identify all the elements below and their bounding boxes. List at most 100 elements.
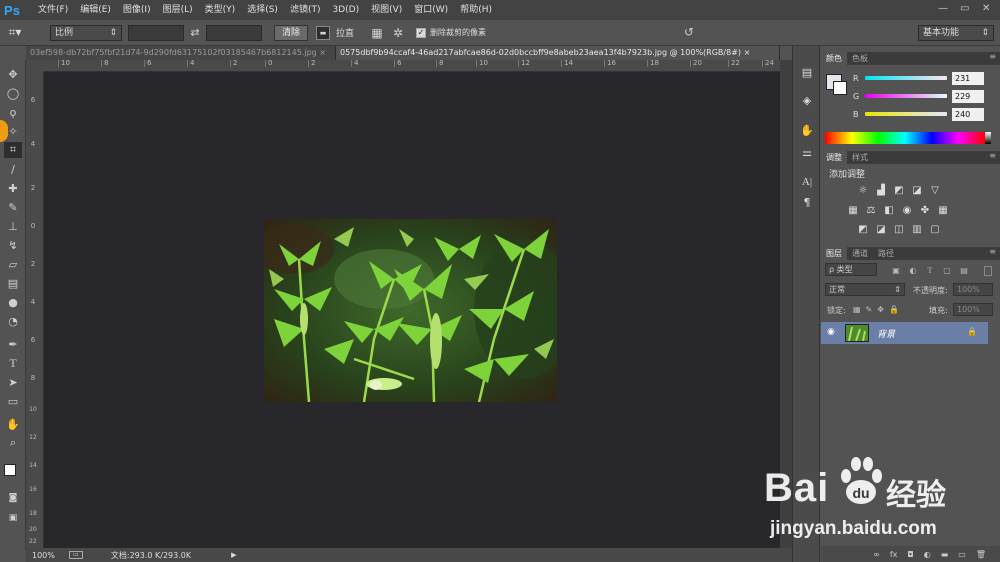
blue-slider[interactable]	[865, 112, 947, 116]
pixel-filter-icon[interactable]: ▣	[891, 266, 901, 276]
document-tab-active[interactable]: 0575dbf9b94ccaf4-46ad217abfcae86d-02d0bc…	[336, 46, 780, 60]
shape-filter-icon[interactable]: ▢	[942, 266, 952, 276]
tab-color[interactable]: 颜色	[821, 52, 847, 65]
link-layers-icon[interactable]: ∞	[873, 550, 880, 559]
menu-image[interactable]: 图像(I)	[117, 0, 157, 20]
menu-window[interactable]: 窗口(W)	[408, 0, 454, 20]
healing-brush-tool-icon[interactable]: ✚	[4, 180, 22, 196]
tab-adjustments[interactable]: 调整	[821, 151, 847, 164]
invert-icon[interactable]: ◩	[857, 224, 869, 236]
color-spectrum[interactable]	[825, 132, 985, 144]
vibrance-icon[interactable]: ▽	[929, 185, 941, 197]
lasso-tool-icon[interactable]: ϙ	[4, 104, 22, 120]
layer-name[interactable]: 背景	[877, 327, 895, 340]
move-tool-icon[interactable]: ✥	[4, 66, 22, 82]
blend-mode-select[interactable]: 正常 ⇕	[825, 283, 905, 296]
blur-tool-icon[interactable]: ●	[4, 294, 22, 310]
delete-cropped-checkbox[interactable]: ✓	[416, 27, 427, 38]
foreground-color-swatch[interactable]	[4, 464, 16, 476]
panel-menu-icon[interactable]: ≡	[989, 151, 1000, 164]
black-white-icon[interactable]: ◧	[883, 205, 895, 217]
background-swatch[interactable]	[833, 81, 847, 95]
screen-mode-icon[interactable]: ▣	[4, 510, 22, 526]
menu-select[interactable]: 选择(S)	[241, 0, 284, 20]
properties-icon[interactable]: ◈	[798, 92, 816, 108]
dodge-tool-icon[interactable]: ◔	[4, 313, 22, 329]
color-balance-icon[interactable]: ⚖	[865, 205, 877, 217]
reset-icon[interactable]: ↺	[684, 25, 694, 39]
clear-button[interactable]: 清除	[274, 24, 308, 41]
layer-kind-filter[interactable]: ρ 类型	[825, 263, 877, 276]
menu-edit[interactable]: 编辑(E)	[74, 0, 117, 20]
tab-channels[interactable]: 通道	[847, 247, 873, 260]
brightness-icon[interactable]: ☼	[857, 185, 869, 197]
adjustment-filter-icon[interactable]: ◐	[908, 266, 918, 276]
paragraph-icon[interactable]: ¶	[798, 194, 816, 210]
menu-file[interactable]: 文件(F)	[32, 0, 74, 20]
red-slider[interactable]	[865, 76, 947, 80]
menu-3d[interactable]: 3D(D)	[326, 0, 365, 20]
straighten-icon[interactable]: ▬	[316, 25, 330, 40]
swap-icon[interactable]: ⇄	[184, 26, 206, 39]
gradient-map-icon[interactable]: ▥	[911, 224, 923, 236]
brush-tool-icon[interactable]: ✎	[4, 199, 22, 215]
lock-options-icon[interactable]: ▦✎✥🔒	[853, 305, 904, 314]
marquee-tool-icon[interactable]: ◯	[4, 85, 22, 101]
close-icon[interactable]: ✕	[982, 3, 990, 14]
ratio-select[interactable]: 比例 ⇕	[50, 24, 122, 41]
brush-preset-icon[interactable]: ✋	[798, 122, 816, 138]
channel-mixer-icon[interactable]: ✤	[919, 205, 931, 217]
blue-value[interactable]: 240	[952, 108, 984, 121]
adjustments-sliders-icon[interactable]: ⚌	[798, 144, 816, 160]
character-icon[interactable]: A|	[798, 174, 816, 190]
crop-tool-icon[interactable]: ⌗	[4, 142, 22, 158]
minimize-icon[interactable]: —	[938, 3, 948, 14]
status-menu-arrow-icon[interactable]: ▶	[197, 551, 236, 559]
filter-toggle[interactable]	[984, 266, 992, 276]
selective-color-icon[interactable]: ▢	[929, 224, 941, 236]
plant-photo[interactable]	[264, 219, 557, 402]
new-layer-icon[interactable]: ▭	[958, 550, 966, 559]
quick-mask-icon[interactable]: ◙	[4, 490, 22, 506]
type-tool-icon[interactable]: T	[4, 355, 22, 371]
gear-icon[interactable]: ✲	[386, 26, 410, 40]
color-lookup-icon[interactable]: ▦	[937, 205, 949, 217]
hue-saturation-icon[interactable]: ▦	[847, 205, 859, 217]
path-selection-tool-icon[interactable]: ➤	[4, 374, 22, 390]
trash-icon[interactable]: 🗑	[976, 550, 986, 559]
close-tab-icon[interactable]: ×	[319, 48, 326, 57]
straighten-label[interactable]: 拉直	[330, 26, 360, 39]
grid-overlay-icon[interactable]: ▦	[368, 26, 386, 40]
hand-tool-icon[interactable]: ✋	[4, 416, 22, 432]
canvas-area[interactable]	[44, 72, 780, 548]
red-value[interactable]: 231	[952, 72, 984, 85]
photo-filter-icon[interactable]: ◉	[901, 205, 913, 217]
menu-filter[interactable]: 滤镜(T)	[284, 0, 327, 20]
new-group-icon[interactable]: ▬	[941, 550, 949, 559]
layer-row[interactable]: ◉ 背景 🔒	[821, 322, 988, 344]
tab-paths[interactable]: 路径	[873, 247, 899, 260]
history-brush-tool-icon[interactable]: ↯	[4, 237, 22, 253]
tab-swatches[interactable]: 色板	[847, 52, 873, 65]
zoom-level[interactable]: 100%	[26, 551, 61, 560]
pen-tool-icon[interactable]: ✒	[4, 336, 22, 352]
clone-stamp-tool-icon[interactable]: ⊥	[4, 218, 22, 234]
crop-tool-preset-icon[interactable]: ⌗▾	[0, 25, 30, 40]
menu-view[interactable]: 视图(V)	[365, 0, 408, 20]
color-spectrum-bw[interactable]	[985, 132, 991, 144]
maximize-icon[interactable]: ▭	[960, 3, 969, 14]
width-input[interactable]	[128, 24, 184, 41]
eraser-tool-icon[interactable]: ▱	[4, 256, 22, 272]
green-value[interactable]: 229	[952, 90, 984, 103]
fx-icon[interactable]: fx	[890, 550, 898, 559]
panel-menu-icon[interactable]: ≡	[989, 247, 1000, 260]
new-adjustment-icon[interactable]: ◐	[924, 550, 931, 559]
eyedropper-tool-icon[interactable]: ∕	[4, 161, 22, 177]
workspace-select[interactable]: 基本功能 ⇕	[918, 25, 994, 41]
close-tab-icon[interactable]: ×	[744, 48, 751, 57]
curves-icon[interactable]: ◩	[893, 185, 905, 197]
history-icon[interactable]: ▤	[798, 64, 816, 80]
add-mask-icon[interactable]: ◘	[907, 550, 913, 559]
panel-menu-icon[interactable]: ≡	[989, 52, 1000, 65]
rectangle-tool-icon[interactable]: ▭	[4, 393, 22, 409]
